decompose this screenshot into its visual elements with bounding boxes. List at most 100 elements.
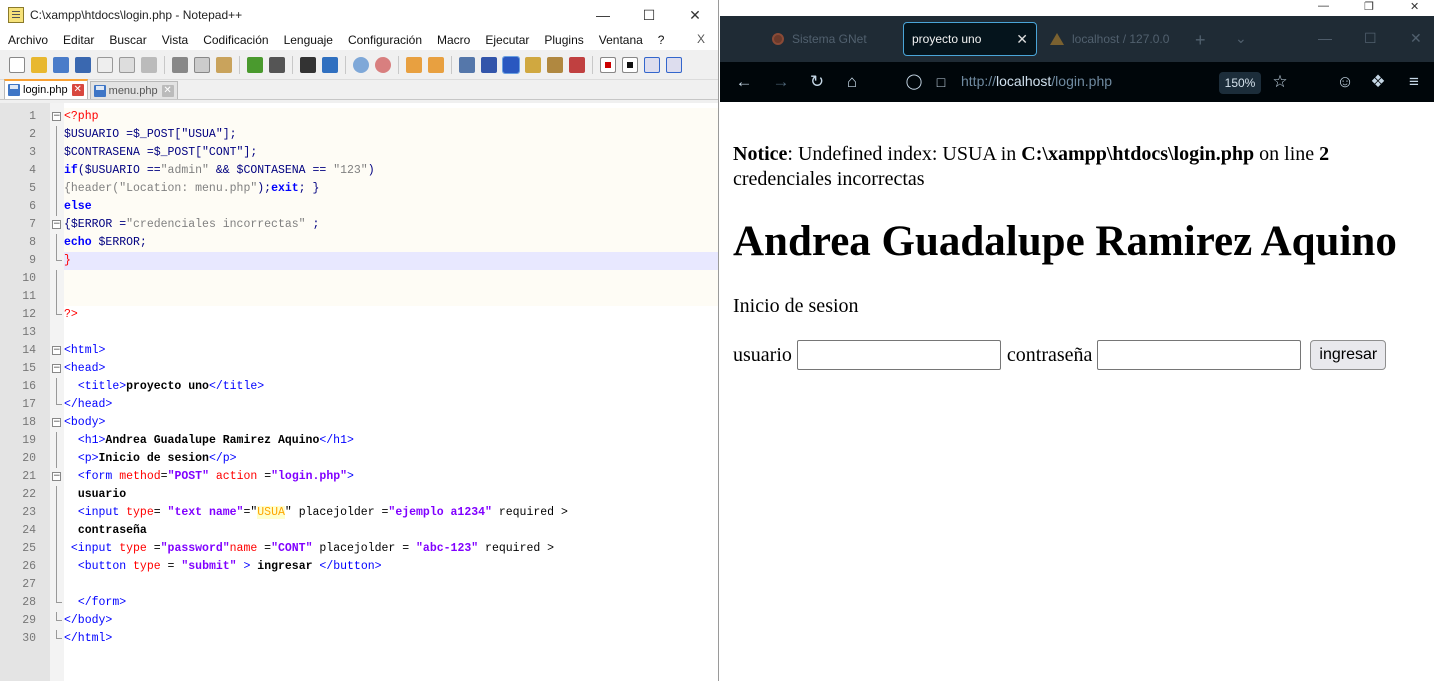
record-macro-icon[interactable] [600,56,616,73]
menu-lenguaje[interactable]: Lenguaje [276,33,340,47]
minimize-icon[interactable]: — [1318,30,1332,46]
save-icon[interactable] [53,56,69,73]
redo-icon[interactable] [269,56,285,73]
paste-icon[interactable] [216,56,232,73]
zoom-level-button[interactable]: 150% [1219,72,1261,94]
code-text: else [64,200,92,213]
code-text: ); [257,182,272,195]
back-arrow-icon[interactable]: ← [734,72,754,92]
user-lang-icon[interactable] [525,56,541,73]
fold-toggle-icon[interactable]: − [52,346,61,355]
password-input[interactable] [1097,340,1302,370]
menu-ventana[interactable]: Ventana [591,33,650,47]
maximize-icon[interactable]: ☐ [1364,30,1377,47]
tab-close-icon[interactable]: ✕ [71,84,84,96]
line-number: 8 [29,236,36,249]
menu-archivo[interactable]: Archivo [0,33,55,47]
code-line: 5 {header("Location: menu.php");exit; } [29,180,718,198]
home-icon[interactable]: ⌂ [842,72,862,92]
menu-macro[interactable]: Macro [429,33,477,47]
new-file-icon[interactable] [9,56,25,73]
code-area[interactable]: 1− <?php 2 $USUARIO =$_POST["USUA"]; 3 $CON… [22,108,718,648]
tab-login-php[interactable]: login.php ✕ [4,79,88,99]
address-bar[interactable]: http://localhost/login.php [961,73,1112,89]
run-macro-multiple-icon[interactable] [666,56,682,73]
reload-icon[interactable]: ↻ [807,72,827,92]
forward-arrow-icon[interactable]: → [771,72,791,92]
shield-icon[interactable]: ◯ [904,72,924,92]
cut-icon[interactable] [172,56,188,73]
account-icon[interactable]: ☺ [1335,72,1355,92]
extensions-icon[interactable]: ❖ [1368,72,1388,92]
menu-codificacion[interactable]: Codificación [195,33,275,47]
sync-vertical-icon[interactable] [406,56,422,73]
fold-toggle-icon[interactable]: − [52,112,61,121]
open-file-icon[interactable] [31,56,47,73]
doc-map-icon[interactable] [547,56,563,73]
undo-icon[interactable] [247,56,263,73]
find-icon[interactable] [300,56,316,73]
function-list-icon[interactable] [569,56,585,73]
menu-editar[interactable]: Editar [55,33,101,47]
tab-list-chevron-down-icon[interactable]: ⌄ [1235,30,1247,47]
fold-toggle-icon[interactable]: − [52,364,61,373]
menu-hamburger-icon[interactable]: ≡ [1404,72,1424,92]
tab-phpmyadmin[interactable]: localhost / 127.0.0 [1050,22,1175,56]
page-subtitle: Inicio de sesion [733,295,859,317]
close-file-icon[interactable] [97,56,113,73]
stop-macro-icon[interactable] [622,56,638,73]
restore-icon[interactable]: ❐ [1364,0,1374,13]
code-line: 13 [22,324,718,342]
notepad-menubar: Archivo Editar Buscar Vista Codificación… [0,30,718,50]
zoom-out-icon[interactable] [375,56,391,73]
tab-label: Sistema GNet [792,32,867,46]
fold-toggle-icon[interactable]: − [52,472,61,481]
fold-toggle-icon[interactable]: − [52,220,61,229]
code-line: 25 <input type ="password"name ="CONT" p… [22,540,718,558]
close-document-button[interactable]: X [689,32,712,46]
menu-help[interactable]: ? [650,33,672,47]
tab-close-icon[interactable]: ✕ [1016,31,1028,48]
code-text: </button> [312,560,382,573]
code-text: required > [478,542,555,555]
close-icon[interactable]: ✕ [1410,0,1419,13]
show-all-chars-icon[interactable] [481,56,497,73]
code-editor[interactable]: 1− <?php 2 $USUARIO =$_POST["USUA"]; 3 $CON… [0,103,718,681]
copy-icon[interactable] [194,56,210,73]
fold-toggle-icon[interactable]: − [52,418,61,427]
maximize-icon[interactable]: ☐ [626,0,672,30]
replace-icon[interactable] [322,56,338,73]
line-number: 20 [22,452,36,465]
indent-guide-icon[interactable] [502,55,520,74]
save-all-icon[interactable] [75,56,91,73]
tab-menu-php[interactable]: menu.php ✕ [89,81,178,99]
menu-buscar[interactable]: Buscar [101,33,153,47]
new-tab-icon[interactable]: + [1195,30,1206,51]
tab-proyecto-uno[interactable]: proyecto uno ✕ [903,22,1037,56]
minimize-icon[interactable]: — [1318,0,1329,12]
code-line: 12 ?> [22,306,718,324]
page-info-icon[interactable]: □ [931,72,951,92]
tab-sistema-gnet[interactable]: Sistema GNet [772,22,896,56]
username-input[interactable] [796,340,1001,370]
menu-configuracion[interactable]: Configuración [340,33,429,47]
code-text: <title> [77,380,127,393]
minimize-icon[interactable]: — [580,0,626,30]
sync-horizontal-icon[interactable] [428,56,444,73]
menu-ejecutar[interactable]: Ejecutar [477,33,536,47]
login-submit-button[interactable]: ingresar [1310,340,1387,370]
print-icon[interactable] [141,56,157,73]
code-text: USUA [257,506,285,519]
close-icon[interactable]: ✕ [672,0,718,30]
line-number: 12 [22,308,36,321]
word-wrap-icon[interactable] [459,56,475,73]
play-macro-icon[interactable] [644,56,660,73]
menu-plugins[interactable]: Plugins [536,33,590,47]
zoom-in-icon[interactable] [353,56,369,73]
menu-vista[interactable]: Vista [154,33,195,47]
close-icon[interactable]: ✕ [1410,30,1422,47]
tab-close-icon[interactable]: ✕ [161,84,174,97]
code-text: ; } [298,182,320,195]
bookmark-star-icon[interactable]: ☆ [1270,72,1290,92]
close-all-icon[interactable] [119,56,135,73]
